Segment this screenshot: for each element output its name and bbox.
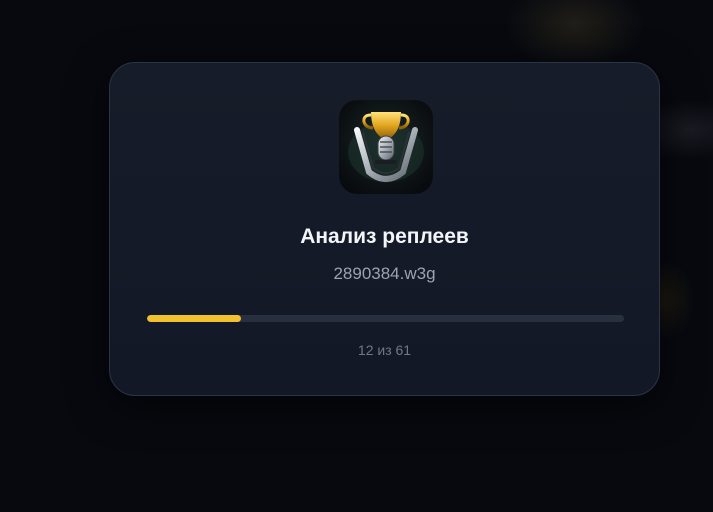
- trophy-microphone-icon: [339, 100, 433, 194]
- current-file-name: 2890384.w3g: [333, 264, 436, 283]
- progress-bar: [147, 315, 624, 322]
- dialog-title: Анализ реплеев: [300, 225, 469, 248]
- replay-analysis-dialog: Анализ реплеев 2890384.w3g 12 из 61: [109, 62, 660, 396]
- progress-bar-fill: [147, 315, 241, 322]
- progress-counter: 12 из 61: [357, 342, 412, 358]
